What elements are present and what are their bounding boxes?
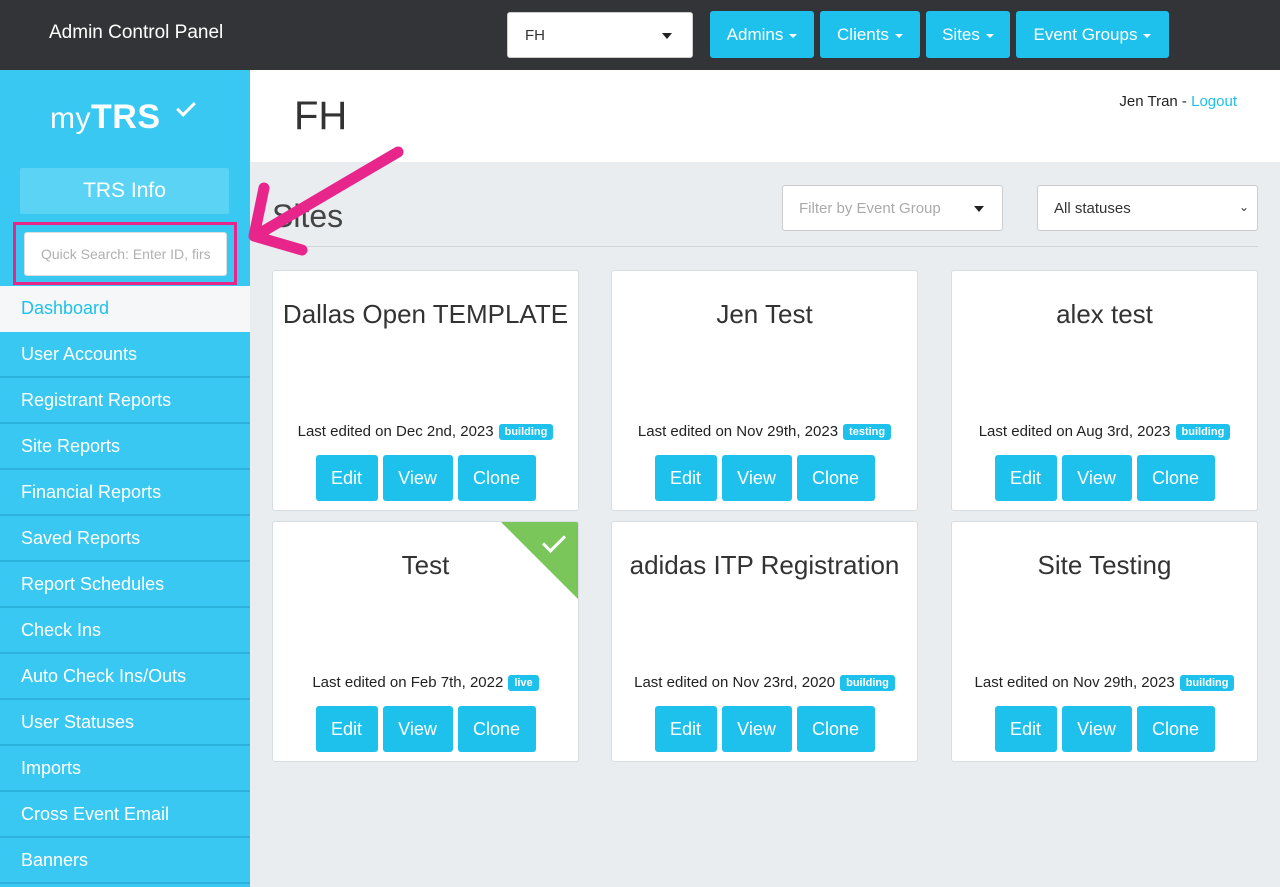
site-card: Dallas Open TEMPLATE Last edited on Dec … — [272, 270, 579, 511]
clone-button[interactable]: Clone — [1136, 455, 1215, 501]
user-info: Jen Tran - Logout — [1119, 93, 1237, 110]
admins-menu-button[interactable]: Admins — [710, 11, 814, 58]
caret-down-icon — [894, 33, 903, 38]
caret-down-icon — [985, 33, 994, 38]
edit-button[interactable]: Edit — [654, 706, 717, 752]
status-badge: testing — [843, 423, 892, 440]
site-card-meta: Last edited on Nov 29th, 2023 building — [952, 674, 1257, 691]
clone-button[interactable]: Clone — [796, 706, 875, 752]
clone-button[interactable]: Clone — [457, 455, 536, 501]
check-icon — [176, 97, 196, 117]
sidebar-item-auto-check-ins-outs[interactable]: Auto Check Ins/Outs — [0, 654, 250, 700]
edit-button[interactable]: Edit — [315, 455, 378, 501]
site-card-meta: Last edited on Nov 23rd, 2020 building — [612, 674, 917, 691]
status-badge: building — [1179, 674, 1235, 691]
quick-search-input[interactable] — [24, 232, 227, 276]
sites-menu-label: Sites — [942, 24, 980, 44]
top-bar: Admin Control Panel FH Admins Clients Si… — [0, 0, 1280, 70]
caret-down-icon — [974, 206, 984, 212]
event-group-filter-select[interactable]: Filter by Event Group — [782, 185, 1003, 231]
site-card-meta: Last edited on Nov 29th, 2023 testing — [612, 423, 917, 440]
site-card-meta: Last edited on Dec 2nd, 2023 building — [273, 423, 578, 440]
sidebar-item-site-reports[interactable]: Site Reports — [0, 424, 250, 470]
last-edited-text: Last edited on Nov 29th, 2023 — [637, 423, 839, 440]
clients-menu-button[interactable]: Clients — [820, 11, 920, 58]
site-card-title: Jen Test — [716, 299, 813, 329]
caret-down-icon — [1143, 33, 1152, 38]
event-group-filter-placeholder: Filter by Event Group — [799, 200, 941, 217]
edit-button[interactable]: Edit — [994, 455, 1057, 501]
sidebar-nav: Dashboard User Accounts Registrant Repor… — [0, 286, 250, 884]
view-button[interactable]: View — [1061, 706, 1132, 752]
event-groups-menu-button[interactable]: Event Groups — [1016, 11, 1169, 58]
logo-trs-text: TRS — [91, 98, 161, 136]
site-card: alex test Last edited on Aug 3rd, 2023 bu… — [951, 270, 1258, 511]
clients-menu-label: Clients — [837, 24, 889, 44]
trs-info-button[interactable]: TRS Info — [20, 168, 229, 214]
event-groups-menu-label: Event Groups — [1033, 24, 1138, 44]
last-edited-text: Last edited on Nov 23rd, 2020 — [634, 674, 836, 691]
edit-button[interactable]: Edit — [315, 706, 378, 752]
site-card: Test Last edited on Feb 7th, 2022 live Ed… — [272, 521, 579, 762]
sidebar: myTRS TRS Info Dashboard User Accounts R… — [0, 70, 250, 887]
logo-my-text: my — [50, 102, 91, 135]
site-card-title: adidas ITP Registration — [629, 550, 900, 580]
last-edited-text: Last edited on Nov 29th, 2023 — [974, 674, 1175, 691]
status-filter-select[interactable]: All statuses ⌄ — [1037, 185, 1258, 231]
view-button[interactable]: View — [721, 455, 792, 501]
sidebar-item-saved-reports[interactable]: Saved Reports — [0, 516, 250, 562]
view-button[interactable]: View — [382, 706, 453, 752]
view-button[interactable]: View — [721, 706, 792, 752]
sidebar-item-dashboard[interactable]: Dashboard — [0, 286, 250, 332]
clone-button[interactable]: Clone — [796, 455, 875, 501]
caret-down-icon — [789, 33, 798, 38]
edit-button[interactable]: Edit — [654, 455, 717, 501]
page-title: FH — [294, 94, 348, 138]
view-button[interactable]: View — [1061, 455, 1132, 501]
status-badge: building — [1175, 423, 1231, 440]
last-edited-text: Last edited on Feb 7th, 2022 — [312, 674, 504, 691]
client-select-value: FH — [525, 27, 545, 44]
sidebar-item-check-ins[interactable]: Check Ins — [0, 608, 250, 654]
annotation-arrow-icon — [248, 146, 404, 256]
admins-menu-label: Admins — [726, 24, 784, 44]
site-card-meta: Last edited on Aug 3rd, 2023 building — [952, 423, 1257, 440]
view-button[interactable]: View — [382, 455, 453, 501]
status-badge: live — [508, 674, 539, 691]
user-name: Jen Tran — [1119, 93, 1178, 110]
sidebar-item-user-accounts[interactable]: User Accounts — [0, 332, 250, 378]
site-card: Jen Test Last edited on Nov 29th, 2023 te… — [611, 270, 918, 511]
site-card-title: Site Testing — [1037, 550, 1172, 580]
chevron-down-icon: ⌄ — [1238, 200, 1249, 214]
edit-button[interactable]: Edit — [994, 706, 1057, 752]
caret-down-icon — [662, 33, 672, 39]
status-filter-value: All statuses — [1054, 200, 1131, 217]
sidebar-item-banners[interactable]: Banners — [0, 838, 250, 884]
sidebar-item-registrant-reports[interactable]: Registrant Reports — [0, 378, 250, 424]
sidebar-item-cross-event-email[interactable]: Cross Event Email — [0, 792, 250, 838]
site-card: adidas ITP Registration Last edited on N… — [611, 521, 918, 762]
last-edited-text: Last edited on Aug 3rd, 2023 — [978, 423, 1171, 440]
last-edited-text: Last edited on Dec 2nd, 2023 — [297, 423, 494, 440]
divider — [272, 246, 1258, 247]
sites-menu-button[interactable]: Sites — [926, 11, 1010, 58]
site-card: Site Testing Last edited on Nov 29th, 20… — [951, 521, 1258, 762]
site-card-title: alex test — [1056, 299, 1153, 329]
mytrs-logo[interactable]: myTRS — [50, 97, 196, 137]
sidebar-item-user-statuses[interactable]: User Statuses — [0, 700, 250, 746]
client-select[interactable]: FH — [507, 12, 693, 58]
user-separator: - — [1177, 93, 1192, 110]
status-badge: building — [498, 423, 554, 440]
sidebar-item-imports[interactable]: Imports — [0, 746, 250, 792]
sidebar-item-report-schedules[interactable]: Report Schedules — [0, 562, 250, 608]
clone-button[interactable]: Clone — [1136, 706, 1215, 752]
app-title: Admin Control Panel — [49, 22, 224, 43]
clone-button[interactable]: Clone — [457, 706, 536, 752]
sidebar-item-financial-reports[interactable]: Financial Reports — [0, 470, 250, 516]
site-card-meta: Last edited on Feb 7th, 2022 live — [273, 674, 578, 691]
status-badge: building — [840, 674, 895, 691]
logout-link[interactable]: Logout — [1191, 93, 1237, 110]
site-card-title: Test — [401, 550, 450, 580]
site-card-title: Dallas Open TEMPLATE — [282, 299, 569, 329]
